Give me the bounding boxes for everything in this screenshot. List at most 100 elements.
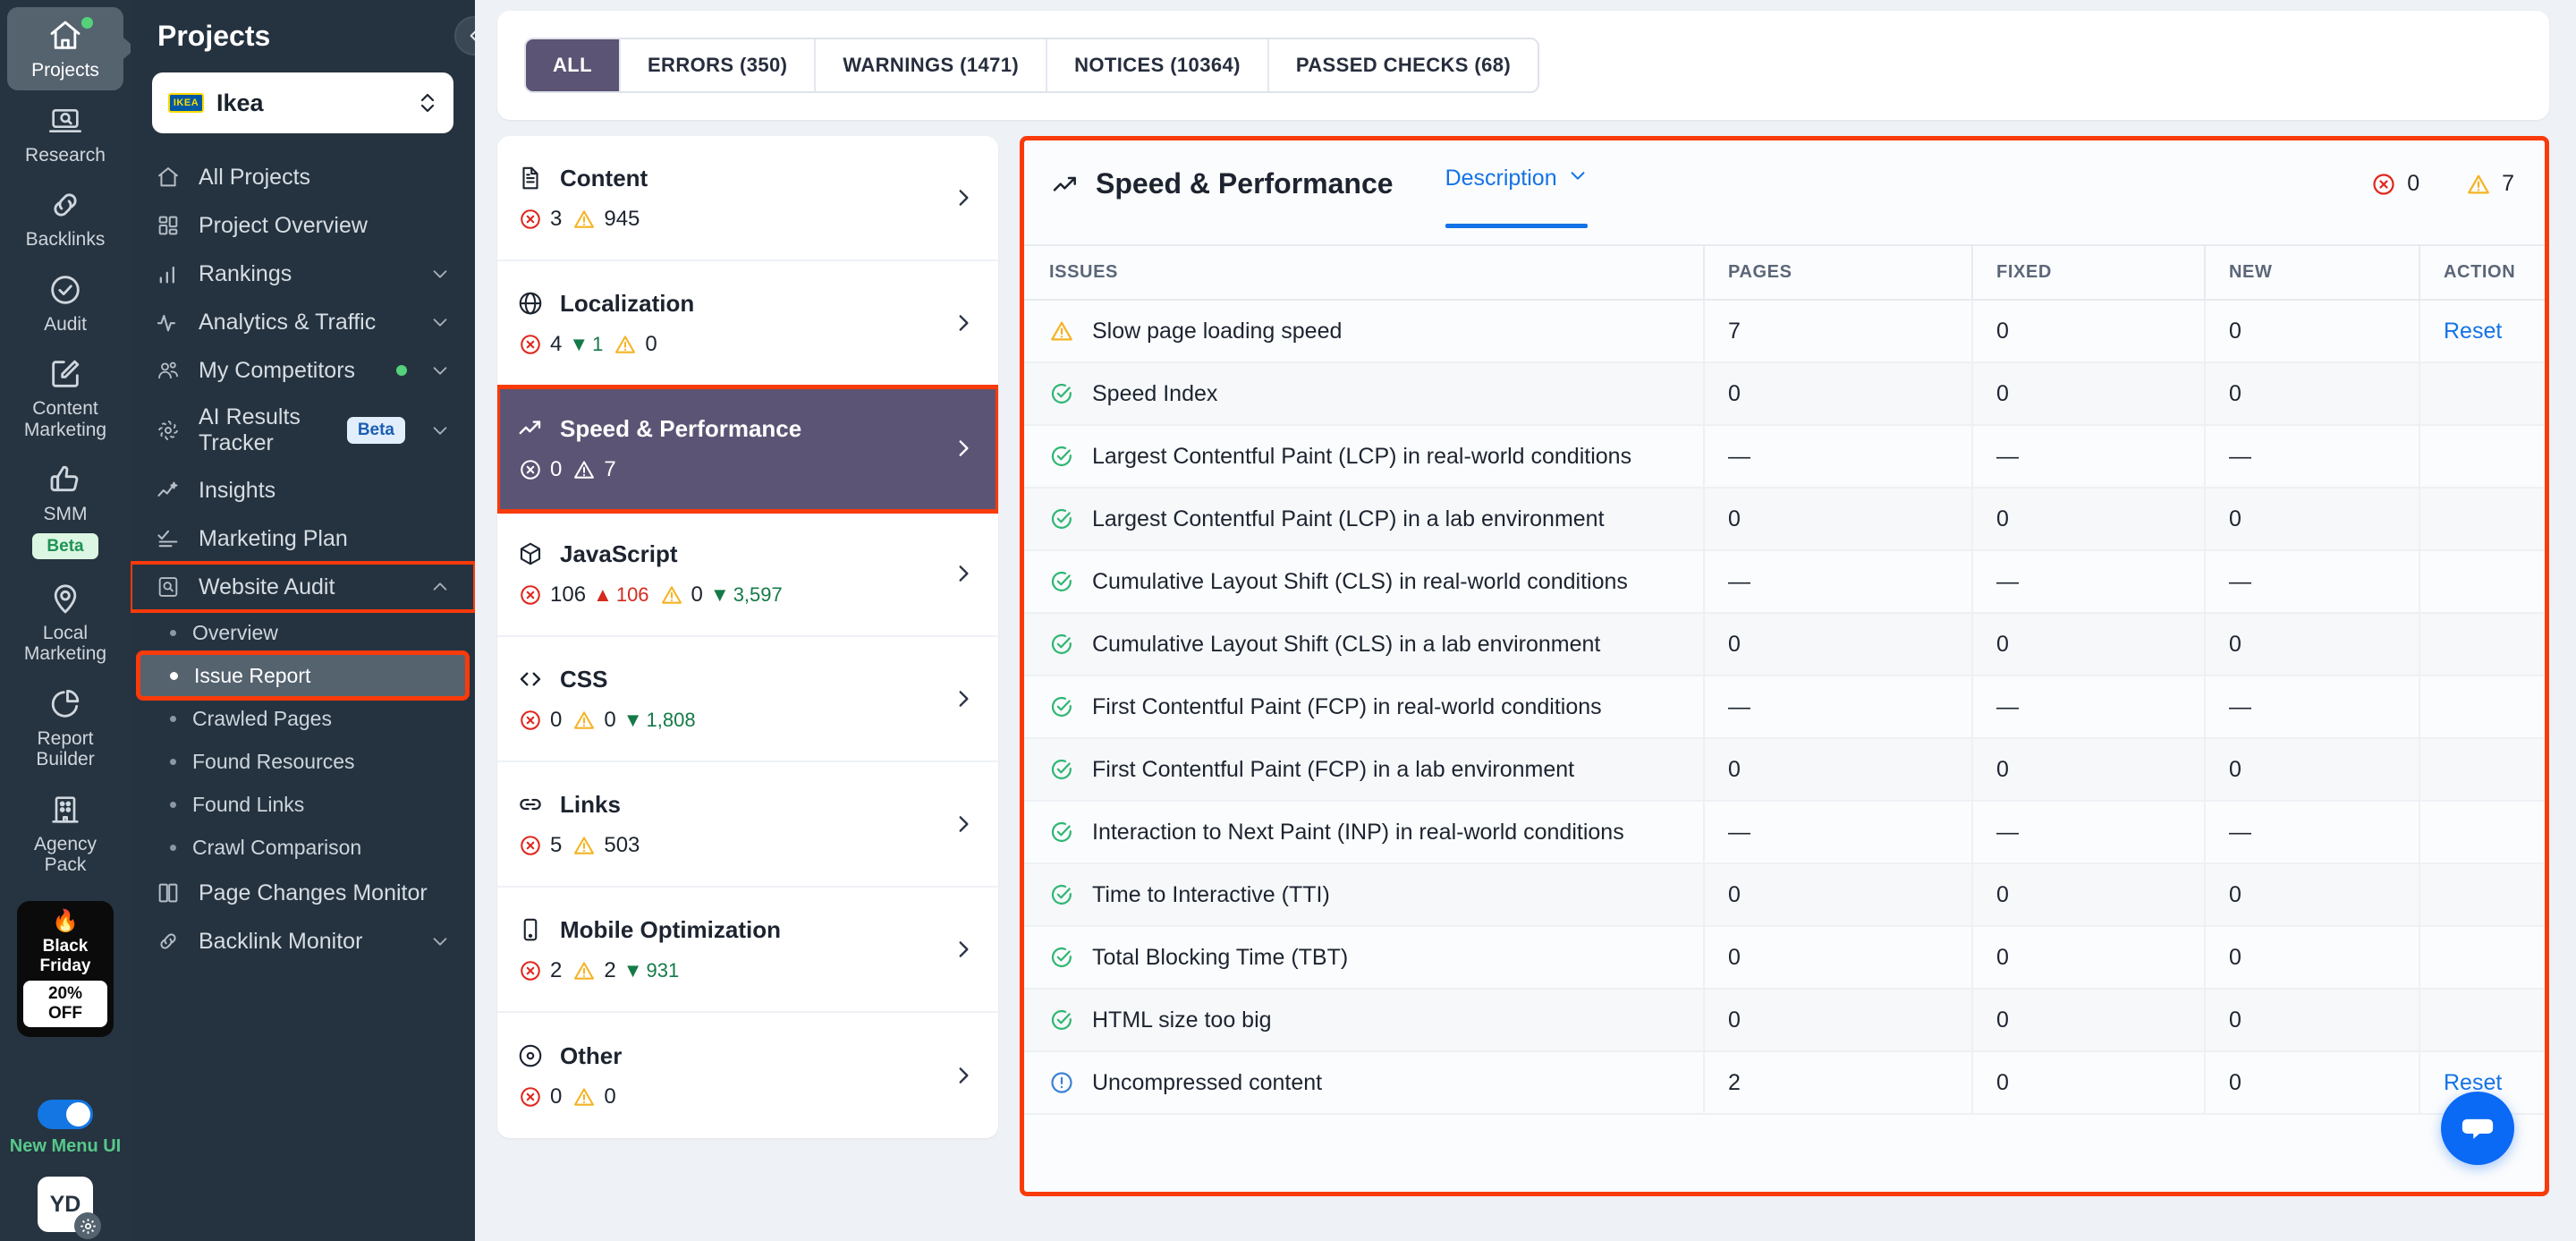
category-item-mobile-optimization[interactable]: Mobile Optimization 2 2 ▼ 931 [497,888,998,1013]
sidebar-item-marketing-plan[interactable]: Marketing Plan [131,514,475,563]
sidebar-item-crawl-comparison[interactable]: Crawl Comparison [131,826,475,869]
sidebar-item-rankings[interactable]: Rankings [131,250,475,298]
rail-item-label: Local Marketing [23,622,107,665]
tab-all[interactable]: ALL [526,39,621,91]
warning-stat: 7 [572,457,616,482]
book-icon [156,880,181,905]
warning-icon [572,208,596,231]
description-tab[interactable]: Description [1445,166,1588,228]
table-row[interactable]: Total Blocking Time (TBT) 0 0 0 [1024,926,2545,990]
error-count: 3 [550,206,563,231]
category-item-content[interactable]: Content 3 945 [497,136,998,261]
table-row[interactable]: Time to Interactive (TTI) 0 0 0 [1024,863,2545,927]
category-item-speed-performance[interactable]: Speed & Performance 0 7 [497,385,998,514]
sidebar-item-crawled-pages[interactable]: Crawled Pages [131,697,475,740]
sidebar-header: Projects [131,0,475,56]
table-row[interactable]: First Contentful Paint (FCP) in a lab en… [1024,738,2545,802]
category-item-localization[interactable]: Localization 4 ▼ 1 0 [497,261,998,387]
category-item-links[interactable]: Links 5 503 [497,762,998,888]
tab-passed-checks[interactable]: PASSED CHECKS (68) [1268,39,1538,91]
rail-item-report-builder[interactable]: Report Builder [7,676,123,779]
table-row[interactable]: Uncompressed content 2 0 0 Reset [1024,1051,2545,1115]
table-row[interactable]: Speed Index 0 0 0 [1024,362,2545,426]
passed-check-icon [1049,1007,1074,1033]
category-name: JavaScript [560,540,678,567]
chat-support-button[interactable] [2441,1092,2514,1165]
bullet-icon [170,715,176,722]
cell-issue: Time to Interactive (TTI) [1024,863,1704,927]
category-item-other[interactable]: Other 0 0 [497,1013,998,1138]
sidebar-item-page-changes-monitor[interactable]: Page Changes Monitor [131,869,475,917]
table-row[interactable]: Interaction to Next Paint (INP) in real-… [1024,801,2545,864]
reset-link[interactable]: Reset [2444,319,2502,344]
sidebar-item-overview[interactable]: Overview [131,611,475,654]
table-row[interactable]: Cumulative Layout Shift (CLS) in real-wo… [1024,550,2545,614]
sidebar-item-found-resources[interactable]: Found Resources [131,740,475,783]
rail-item-smm[interactable]: SMM Beta [7,451,123,568]
rail-item-label: Agency Pack [33,833,97,876]
error-count: 5 [550,832,563,857]
bullet-icon [170,758,176,765]
warning-icon [572,834,596,857]
sidebar-item-ai-results-tracker[interactable]: AI Results Tracker Beta [131,395,475,466]
table-row[interactable]: First Contentful Paint (FCP) in real-wor… [1024,676,2545,739]
sidebar-item-label: Insights [199,477,276,503]
sidebar-subitem-label: Found Links [192,792,305,816]
cell-action [2419,801,2545,864]
tab-errors[interactable]: ERRORS (350) [620,39,817,91]
warning-icon [572,458,596,481]
category-item-javascript[interactable]: JavaScript 106 ▲ 106 0 ▼ 3,597 [497,512,998,637]
rail-item-projects[interactable]: Projects [7,7,123,90]
cell-action [2419,738,2545,802]
sidebar-item-backlink-monitor[interactable]: Backlink Monitor [131,917,475,965]
pulse-icon [156,310,181,335]
globe-icon [517,290,544,317]
gear-icon[interactable] [74,1212,101,1239]
chevron-down-icon [430,931,450,951]
sidebar-item-website-audit[interactable]: Website Audit [131,561,475,613]
category-name: CSS [560,665,608,693]
new-menu-ui-toggle[interactable] [38,1100,93,1129]
issue-name: Time to Interactive (TTI) [1092,882,1330,907]
cell-action [2419,863,2545,927]
page-title: Projects [157,20,271,52]
cell-fixed: 0 [1971,488,2205,551]
category-item-css[interactable]: CSS 0 0 ▼ 1,808 [497,637,998,762]
black-friday-promo[interactable]: 🔥 Black Friday 20% OFF [17,900,114,1037]
table-row[interactable]: Cumulative Layout Shift (CLS) in a lab e… [1024,613,2545,676]
sidebar-item-my-competitors[interactable]: My Competitors [131,346,475,395]
beta-badge: Beta [32,532,98,559]
detail-header: Speed & Performance Description 0 7 [1024,140,2545,228]
rail-item-research[interactable]: Research [7,92,123,175]
cell-fixed: — [1971,676,2205,739]
cell-pages: — [1703,550,1972,614]
rail-item-backlinks[interactable]: Backlinks [7,176,123,259]
pie-chart-icon [47,686,83,722]
table-row[interactable]: HTML size too big 0 0 0 [1024,989,2545,1052]
table-row[interactable]: Largest Contentful Paint (LCP) in real-w… [1024,425,2545,489]
tab-warnings[interactable]: WARNINGS (1471) [816,39,1048,91]
rail-item-label: Projects [31,60,99,81]
app-root: Projects Research Backlinks Audit Conten… [0,0,2576,1241]
cell-issue: Largest Contentful Paint (LCP) in a lab … [1024,488,1704,551]
rail-item-audit[interactable]: Audit [7,261,123,344]
sidebar-item-insights[interactable]: Insights [131,466,475,514]
sidebar-item-issue-report[interactable]: Issue Report [136,650,470,701]
rail-item-agency-pack[interactable]: Agency Pack [7,781,123,885]
rail-item-content-marketing[interactable]: Content Marketing [7,345,123,449]
table-row[interactable]: Slow page loading speed 7 0 0 Reset [1024,300,2545,363]
project-selector[interactable]: IKEA Ikea [152,72,453,133]
warning-icon [614,333,637,356]
cell-new: 0 [2204,1051,2419,1115]
tab-notices[interactable]: NOTICES (10364) [1047,39,1269,91]
sidebar-item-project-overview[interactable]: Project Overview [131,201,475,250]
avatar-wrapper[interactable]: YD [38,1177,101,1239]
rail-item-local-marketing[interactable]: Local Marketing [7,570,123,674]
passed-check-icon [1049,381,1074,406]
table-row[interactable]: Largest Contentful Paint (LCP) in a lab … [1024,488,2545,551]
sidebar-item-all-projects[interactable]: All Projects [131,153,475,201]
sidebar-item-analytics-traffic[interactable]: Analytics & Traffic [131,298,475,346]
passed-check-icon [1049,444,1074,469]
passed-check-icon [1049,945,1074,970]
sidebar-item-found-links[interactable]: Found Links [131,783,475,826]
